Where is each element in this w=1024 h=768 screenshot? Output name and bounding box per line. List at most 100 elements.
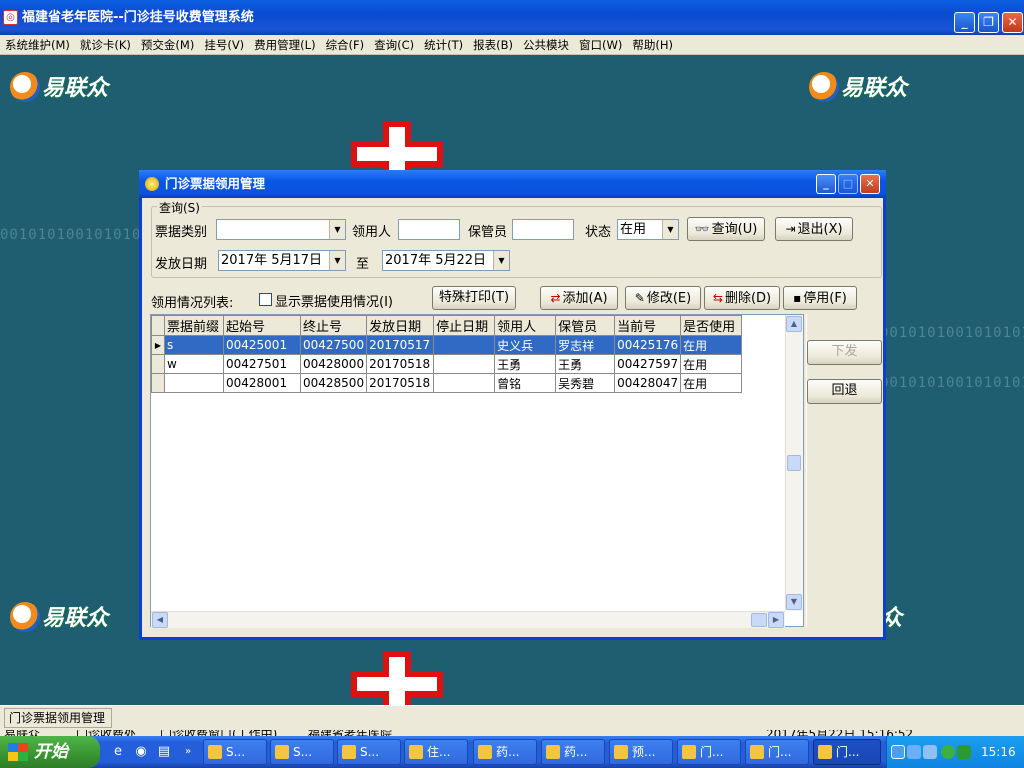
table-cell[interactable]: 00425001 xyxy=(223,335,301,355)
dialog-minimize-button[interactable]: _ xyxy=(816,174,836,194)
column-header[interactable]: 发放日期 xyxy=(366,315,435,336)
menu-public[interactable]: 公共模块 xyxy=(518,35,574,55)
taskbar-task[interactable]: 药... xyxy=(473,739,537,765)
table-cell[interactable]: 在用 xyxy=(680,373,743,393)
add-button[interactable]: ⇄ 添加(A) xyxy=(540,286,618,310)
dialog-maximize-button[interactable]: □ xyxy=(838,174,858,194)
taskbar-task[interactable]: S... xyxy=(203,739,267,765)
taskbar-task[interactable]: 住... xyxy=(404,739,468,765)
chevron-down-icon[interactable]: ▼ xyxy=(662,220,678,239)
network-icon[interactable] xyxy=(923,745,937,759)
scroll-right-icon[interactable]: ▶ xyxy=(768,612,784,628)
menu-help[interactable]: 帮助(H) xyxy=(627,35,678,55)
table-cell[interactable]: 00428000 xyxy=(299,354,368,374)
scroll-down-icon[interactable]: ▼ xyxy=(786,594,802,610)
close-button[interactable]: ✕ xyxy=(1002,12,1023,33)
chevron-down-icon[interactable]: ▼ xyxy=(329,220,345,239)
menu-register[interactable]: 挂号(V) xyxy=(199,35,249,55)
restore-button[interactable]: ❐ xyxy=(978,12,999,33)
show-usage-label[interactable]: 显示票据使用情况(I) xyxy=(275,291,393,310)
table-cell[interactable]: 20170518 xyxy=(366,373,435,393)
ticket-type-select[interactable]: ▼ xyxy=(216,219,346,240)
special-print-button[interactable]: 特殊打印(T) xyxy=(432,286,516,310)
chevron-right-icon[interactable]: » xyxy=(180,744,196,760)
table-row[interactable]: 00428001 00428500 20170518 曾铭 吴秀碧 004280… xyxy=(151,373,743,393)
status-select[interactable]: 在用 ▼ xyxy=(617,219,679,240)
date-from-picker[interactable]: 2017年 5月17日 ▼ xyxy=(218,250,346,271)
scroll-thumb[interactable] xyxy=(751,613,767,627)
security-icon[interactable] xyxy=(941,745,955,759)
keeper-input[interactable] xyxy=(512,219,574,240)
network-icon[interactable] xyxy=(907,745,921,759)
menu-stats[interactable]: 统计(T) xyxy=(419,35,468,55)
table-cell[interactable]: 曾铭 xyxy=(494,373,557,393)
delete-button[interactable]: ⇆ 删除(D) xyxy=(704,286,780,310)
taskbar-task[interactable]: 预... xyxy=(609,739,673,765)
table-cell[interactable]: 00428001 xyxy=(223,373,301,393)
shield-icon[interactable] xyxy=(957,745,971,759)
taskbar-task[interactable]: 药... xyxy=(541,739,605,765)
browser-icon[interactable]: ◉ xyxy=(133,744,149,760)
taskbar-task[interactable]: S... xyxy=(337,739,401,765)
table-cell[interactable]: 在用 xyxy=(680,335,743,355)
receiver-input[interactable] xyxy=(398,219,460,240)
menu-general[interactable]: 综合(F) xyxy=(321,35,370,55)
tray-chevron-icon[interactable] xyxy=(891,745,905,759)
table-cell[interactable]: 罗志祥 xyxy=(555,335,616,355)
column-header[interactable]: 停止日期 xyxy=(433,315,496,336)
exit-button[interactable]: ⇥ 退出(X) xyxy=(775,217,853,241)
dialog-close-button[interactable]: ✕ xyxy=(860,174,880,194)
disable-button[interactable]: ▪ 停用(F) xyxy=(783,286,857,310)
menu-card[interactable]: 就诊卡(K) xyxy=(75,35,136,55)
column-header[interactable]: 是否使用 xyxy=(680,315,743,336)
status-current-window[interactable]: 门诊票据领用管理 xyxy=(4,708,112,728)
start-button[interactable]: 开始 xyxy=(0,736,100,768)
column-header[interactable]: 终止号 xyxy=(299,315,368,336)
document-icon[interactable]: ▤ xyxy=(156,744,172,760)
table-cell[interactable]: 00425176 xyxy=(614,335,682,355)
modify-button[interactable]: ✎ 修改(E) xyxy=(625,286,701,310)
table-cell[interactable]: 史义兵 xyxy=(494,335,557,355)
table-cell[interactable]: 00427501 xyxy=(223,354,301,374)
table-cell[interactable]: 吴秀碧 xyxy=(555,373,616,393)
table-cell[interactable]: 00428047 xyxy=(614,373,682,393)
column-header[interactable]: 当前号 xyxy=(614,315,682,336)
menu-fee[interactable]: 费用管理(L) xyxy=(249,35,320,55)
table-cell[interactable]: w xyxy=(164,354,224,374)
vertical-scrollbar[interactable]: ▲ ▼ xyxy=(785,315,803,611)
query-button[interactable]: 👓 查询(U) xyxy=(687,217,765,241)
taskbar-task[interactable]: 门... xyxy=(745,739,809,765)
table-cell[interactable] xyxy=(433,373,496,393)
chevron-down-icon[interactable]: ▼ xyxy=(329,251,345,270)
taskbar-task-active[interactable]: 门... xyxy=(813,739,881,765)
table-cell[interactable]: s xyxy=(164,335,224,355)
table-cell[interactable]: 00427597 xyxy=(614,354,682,374)
table-cell[interactable] xyxy=(433,335,496,355)
table-cell[interactable]: 20170517 xyxy=(366,335,435,355)
table-cell[interactable]: 00427500 xyxy=(299,335,368,355)
scroll-up-icon[interactable]: ▲ xyxy=(786,316,802,332)
table-row[interactable]: w 00427501 00428000 20170518 王勇 王勇 00427… xyxy=(151,354,743,374)
clock[interactable]: 15:16 xyxy=(981,736,1016,768)
ticket-usage-grid[interactable]: 票据前缀 起始号 终止号 发放日期 停止日期 领用人 保管员 当前号 是否使用 … xyxy=(150,314,804,628)
column-header[interactable]: 票据前缀 xyxy=(164,315,224,336)
column-header[interactable]: 领用人 xyxy=(494,315,557,336)
table-cell[interactable]: 王勇 xyxy=(555,354,616,374)
menu-query[interactable]: 查询(C) xyxy=(369,35,419,55)
taskbar-task[interactable]: 门... xyxy=(677,739,741,765)
table-cell[interactable]: 20170518 xyxy=(366,354,435,374)
table-cell[interactable]: 00428500 xyxy=(299,373,368,393)
column-header[interactable]: 保管员 xyxy=(555,315,616,336)
scroll-thumb[interactable] xyxy=(787,455,801,471)
menu-system[interactable]: 系统维护(M) xyxy=(0,35,75,55)
table-row[interactable]: ▶ s 00425001 00427500 20170517 史义兵 罗志祥 0… xyxy=(151,335,743,355)
table-cell[interactable] xyxy=(164,373,224,393)
horizontal-scrollbar[interactable]: ◀ ▶ xyxy=(151,611,785,628)
minimize-button[interactable]: _ xyxy=(954,12,975,33)
table-cell[interactable] xyxy=(433,354,496,374)
taskbar-task[interactable]: S... xyxy=(270,739,334,765)
column-header[interactable]: 起始号 xyxy=(223,315,301,336)
scroll-left-icon[interactable]: ◀ xyxy=(152,612,168,628)
rollback-button[interactable]: 回退 xyxy=(807,379,882,404)
menu-window[interactable]: 窗口(W) xyxy=(574,35,627,55)
